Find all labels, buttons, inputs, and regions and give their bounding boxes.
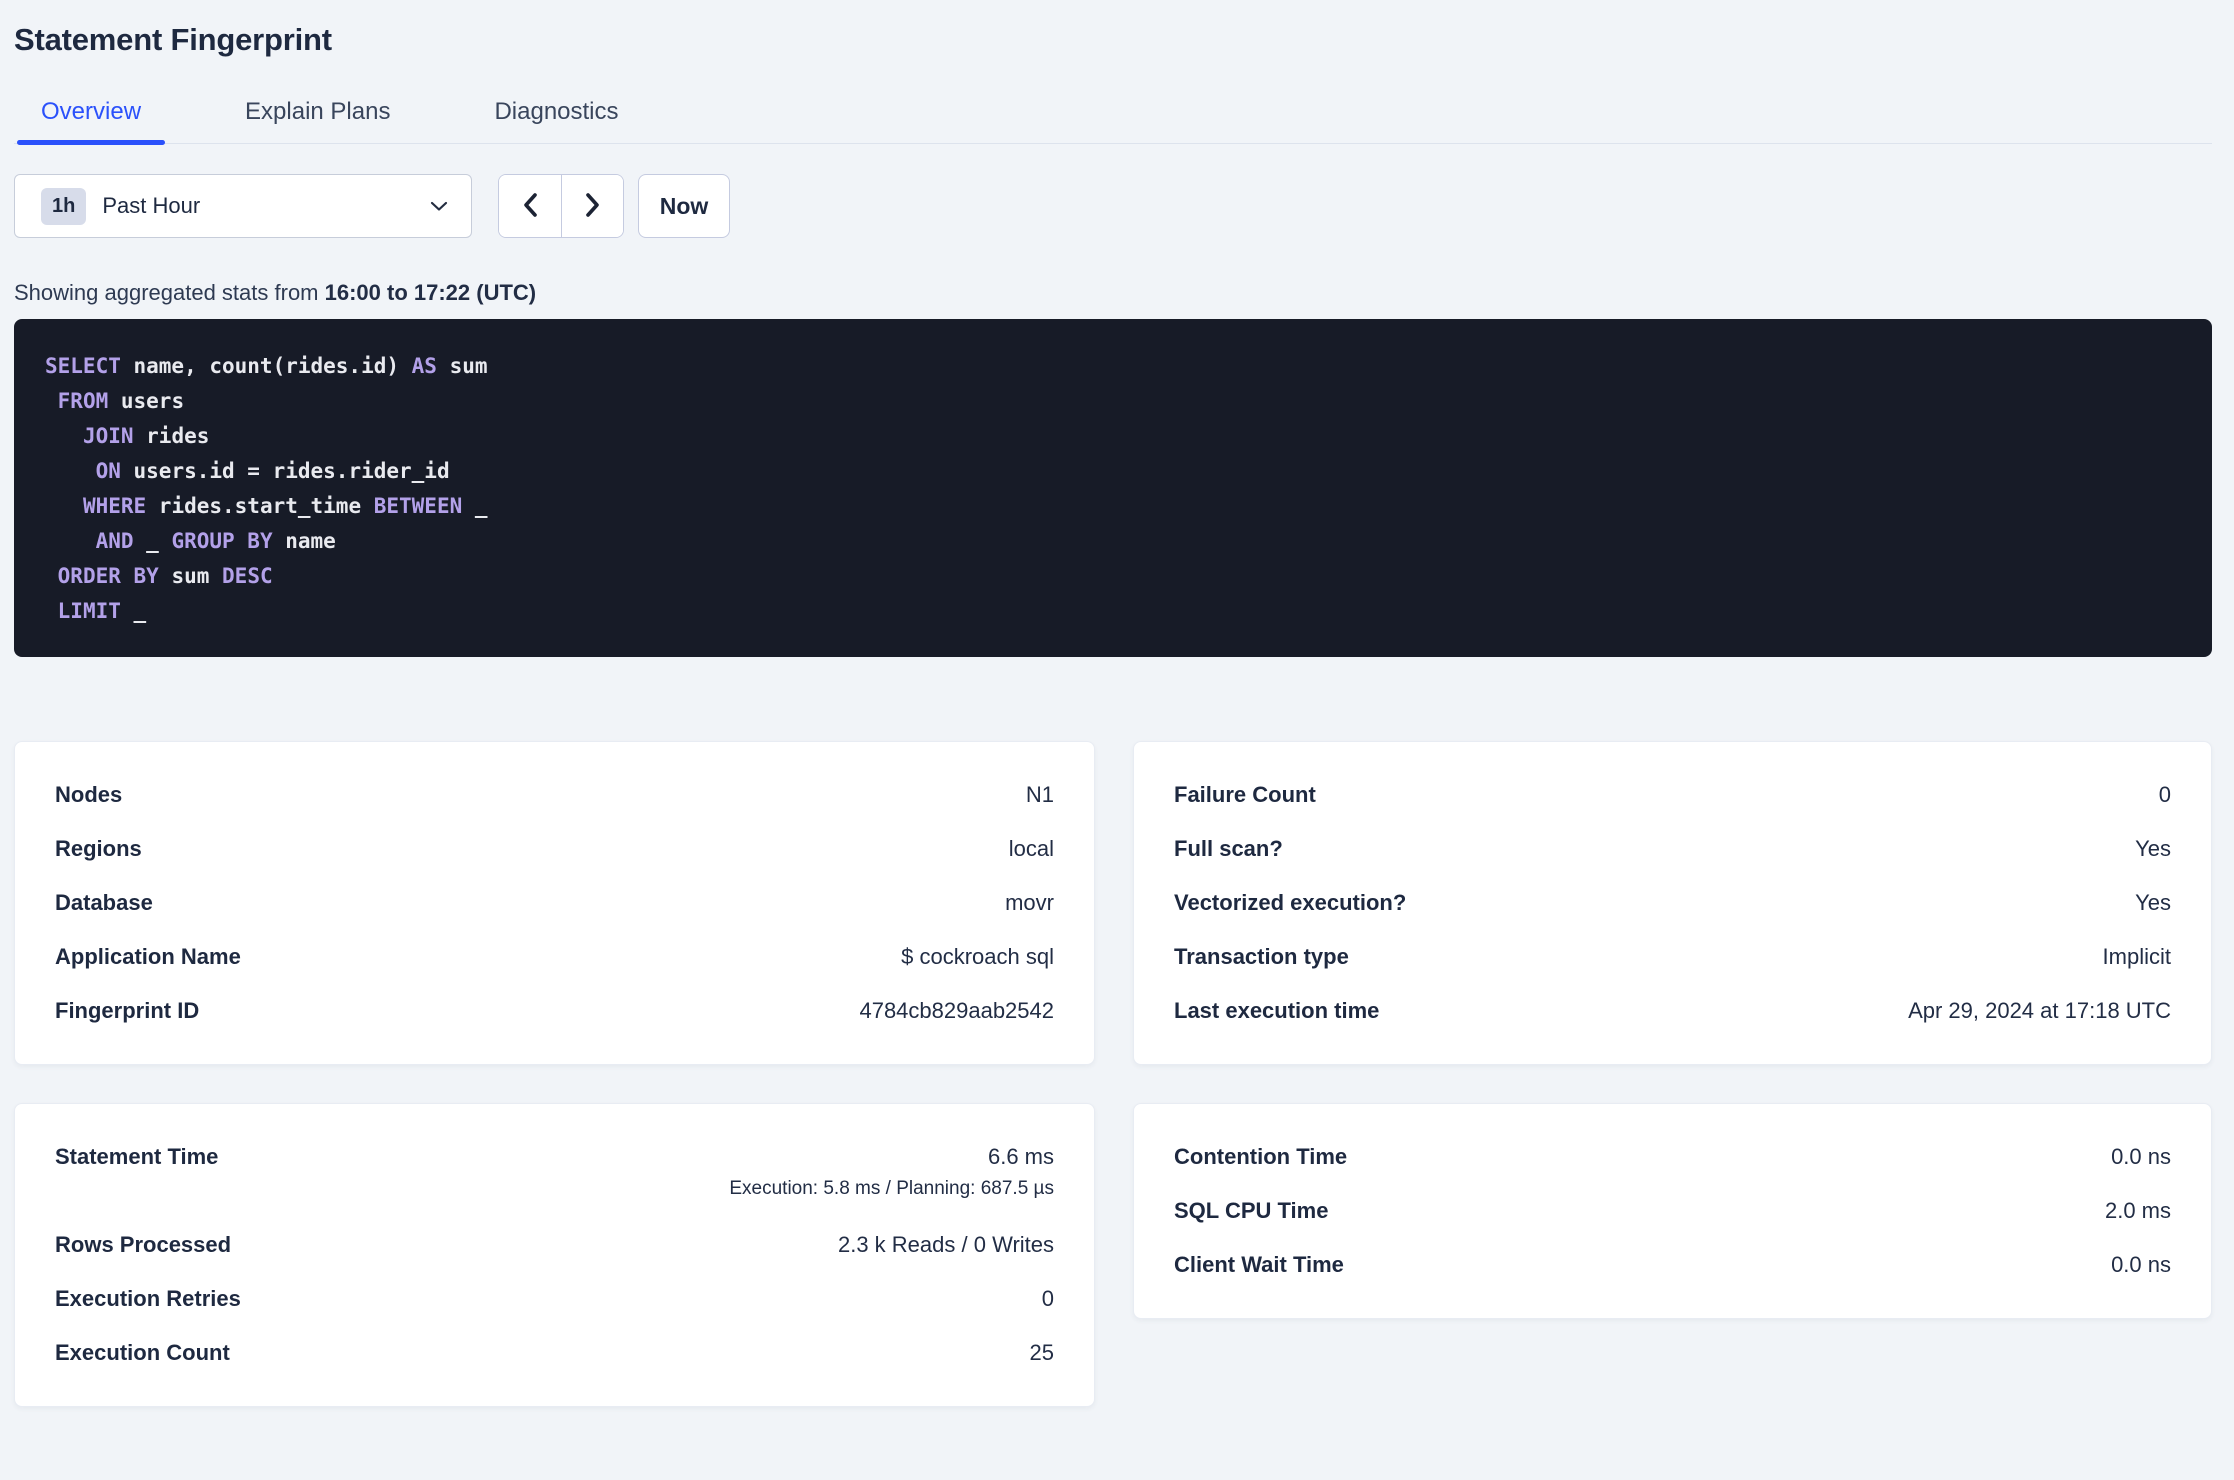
aggregated-stats-range: 16:00 to 17:22 (UTC)	[324, 280, 537, 305]
row-label: Transaction type	[1174, 944, 1349, 969]
row-label: Database	[55, 890, 153, 915]
table-row: Rows Processed 2.3 k Reads / 0 Writes	[55, 1218, 1054, 1272]
row-value: local	[1008, 836, 1054, 861]
sql-line: WHERE rides.start_time BETWEEN _	[82, 494, 488, 518]
table-row: Statement Time 6.6 ms Execution: 5.8 ms …	[55, 1130, 1054, 1218]
application-name-link[interactable]: $ cockroach sql	[901, 942, 1054, 972]
row-value: 0.0 ns	[2111, 1252, 2171, 1277]
sql-line: LIMIT _	[57, 599, 147, 623]
time-range-label: Past Hour	[102, 193, 201, 218]
row-label: Last execution time	[1174, 998, 1380, 1023]
time-range-badge: 1h	[41, 187, 87, 225]
row-label: Statement Time	[55, 1144, 219, 1169]
row-label: Vectorized execution?	[1174, 890, 1407, 915]
aggregated-stats-prefix: Showing aggregated stats from	[14, 280, 325, 305]
row-value: Yes	[2135, 836, 2171, 861]
row-label: Rows Processed	[55, 1232, 232, 1257]
row-label: Client Wait Time	[1174, 1252, 1344, 1277]
table-row: Client Wait Time 0.0 ns	[1174, 1238, 2171, 1292]
row-value: Implicit	[2102, 944, 2171, 969]
row-label: Contention Time	[1174, 1144, 1348, 1169]
tab-overview[interactable]: Overview	[17, 98, 166, 145]
time-toolbar: 1h Past Hour Now	[14, 174, 2212, 238]
chevron-left-icon	[522, 192, 538, 221]
row-value: 0.0 ns	[2111, 1144, 2171, 1169]
statement-performance-card: Statement Time 6.6 ms Execution: 5.8 ms …	[14, 1103, 1095, 1407]
row-label: SQL CPU Time	[1174, 1198, 1329, 1223]
row-value: 6.6 ms	[987, 1144, 1054, 1169]
row-value: 25	[1029, 1340, 1054, 1365]
time-breakdown-card: Contention Time 0.0 ns SQL CPU Time 2.0 …	[1133, 1103, 2212, 1319]
table-row: Application Name $ cockroach sql	[55, 930, 1054, 984]
overview-details-card: Nodes N1 Regions local Database movr App…	[14, 741, 1095, 1065]
sql-statement: SELECT name, count(rides.id) AS sum FROM…	[14, 319, 2212, 657]
row-value: 0	[2158, 782, 2171, 807]
row-value: 4784cb829aab2542	[859, 998, 1054, 1023]
table-row: Fingerprint ID 4784cb829aab2542	[55, 984, 1054, 1038]
row-value: 2.0 ms	[2104, 1198, 2171, 1223]
table-row: Execution Count 25	[55, 1326, 1054, 1380]
table-row: Nodes N1	[55, 768, 1054, 822]
aggregated-stats-line: Showing aggregated stats from 16:00 to 1…	[14, 280, 2212, 306]
table-row: Database movr	[55, 876, 1054, 930]
row-label: Fingerprint ID	[55, 998, 200, 1023]
sql-line: FROM users	[57, 389, 185, 413]
chevron-down-icon	[429, 200, 449, 212]
table-row: Regions local	[55, 822, 1054, 876]
sql-line: ORDER BY sum DESC	[57, 564, 273, 588]
row-label: Regions	[55, 836, 142, 861]
sql-line: JOIN rides	[82, 424, 210, 448]
row-label: Application Name	[55, 944, 241, 969]
row-value: Apr 29, 2024 at 17:18 UTC	[1908, 998, 2171, 1023]
statement-fingerprint-page: Statement Fingerprint Overview Explain P…	[0, 22, 2234, 1407]
sql-line: ON users.id = rides.rider_id	[95, 459, 450, 483]
time-range-dropdown[interactable]: 1h Past Hour	[14, 174, 472, 238]
row-value-stack: 6.6 ms Execution: 5.8 ms / Planning: 687…	[729, 1142, 1054, 1202]
sql-line: AND _ GROUP BY name	[95, 529, 336, 553]
previous-time-button[interactable]	[499, 175, 561, 237]
row-value: 2.3 k Reads / 0 Writes	[837, 1232, 1054, 1257]
row-label: Failure Count	[1174, 782, 1316, 807]
tab-bar: Overview Explain Plans Diagnostics	[14, 98, 2212, 145]
row-subvalue: Execution: 5.8 ms / Planning: 687.5 µs	[729, 1178, 1054, 1199]
table-row: Last execution time Apr 29, 2024 at 17:1…	[1174, 984, 2171, 1038]
table-row: Vectorized execution? Yes	[1174, 876, 2171, 930]
table-row: SQL CPU Time 2.0 ms	[1174, 1184, 2171, 1238]
table-row: Full scan? Yes	[1174, 822, 2171, 876]
stat-cards-grid: Nodes N1 Regions local Database movr App…	[14, 741, 2212, 1407]
nodes-link[interactable]: N1	[1026, 780, 1054, 810]
table-row: Contention Time 0.0 ns	[1174, 1130, 2171, 1184]
time-pager	[498, 174, 624, 238]
row-label: Full scan?	[1174, 836, 1283, 861]
table-row: Execution Retries 0	[55, 1272, 1054, 1326]
table-row: Failure Count 0	[1174, 768, 2171, 822]
execution-attributes-card: Failure Count 0 Full scan? Yes Vectorize…	[1133, 741, 2212, 1065]
row-value: 0	[1041, 1286, 1054, 1311]
sql-line: SELECT name, count(rides.id) AS sum	[45, 354, 488, 378]
now-button[interactable]: Now	[638, 174, 730, 238]
row-value: movr	[1005, 890, 1054, 915]
row-label: Nodes	[55, 782, 123, 807]
row-value: Yes	[2135, 890, 2171, 915]
next-time-button[interactable]	[561, 175, 623, 237]
chevron-right-icon	[585, 192, 601, 221]
page-title: Statement Fingerprint	[14, 22, 332, 57]
tab-diagnostics[interactable]: Diagnostics	[470, 98, 642, 143]
row-label: Execution Retries	[55, 1286, 241, 1311]
row-label: Execution Count	[55, 1340, 230, 1365]
table-row: Transaction type Implicit	[1174, 930, 2171, 984]
tab-explain-plans[interactable]: Explain Plans	[221, 98, 414, 143]
